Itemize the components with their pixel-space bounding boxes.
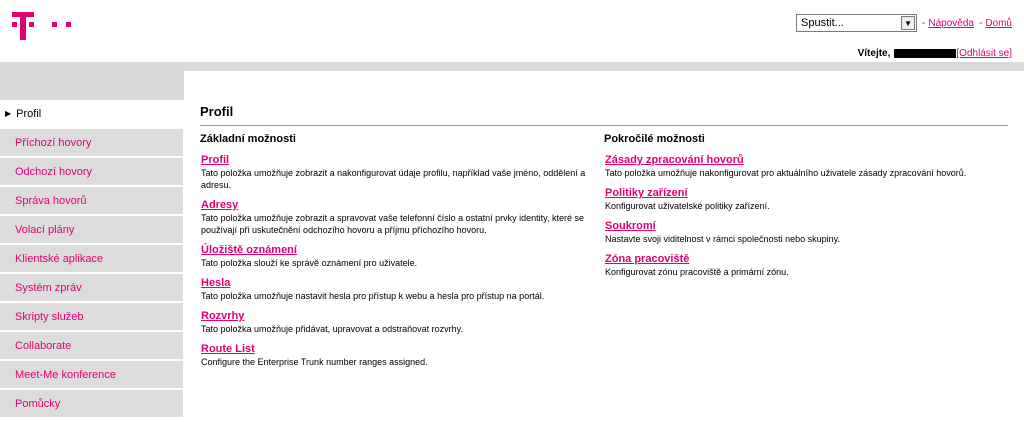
- option-entry: Profil Tato položka umožňuje zobrazit a n…: [201, 153, 604, 191]
- option-link[interactable]: Hesla: [201, 276, 604, 290]
- sidebar-item-label: Klientské aplikace: [15, 252, 104, 265]
- logout-link[interactable]: [Odhlásit se]: [956, 48, 1012, 59]
- top-nav: Spustit... ▼ - Nápověda - Domů: [796, 14, 1012, 32]
- home-link[interactable]: Domů: [985, 18, 1012, 29]
- sidebar-item[interactable]: Systém zpráv: [0, 274, 183, 302]
- welcome-label: Vítejte,: [857, 48, 891, 59]
- option-link[interactable]: Route List: [201, 342, 604, 356]
- option-entry: Rozvrhy Tato položka umožňuje přidávat, u…: [201, 309, 604, 335]
- option-link[interactable]: Soukromí: [605, 219, 1008, 233]
- option-link[interactable]: Profil: [201, 153, 604, 167]
- sidebar-item[interactable]: Odchozí hovory: [0, 158, 183, 186]
- option-description: Configure the Enterprise Trunk number ra…: [201, 357, 428, 367]
- option-description: Nastavte svoji viditelnost v rámci spole…: [605, 234, 840, 244]
- sidebar-item[interactable]: ▶ Profil: [0, 100, 183, 128]
- sidebar-item[interactable]: Klientské aplikace: [0, 245, 183, 273]
- run-select-value: Spustit...: [801, 17, 844, 29]
- option-entry: Soukromí Nastavte svoji viditelnost v rám…: [605, 219, 1008, 245]
- basic-options-heading: Základní možnosti: [200, 133, 296, 145]
- main-content: Profil Základní možnosti Profil Tato polo…: [200, 104, 1008, 375]
- chevron-down-icon[interactable]: ▼: [901, 16, 916, 30]
- sidebar: ▶ Profil Příchozí hovory Odchozí hovory Sprá…: [0, 100, 183, 419]
- option-entry: Hesla Tato položka umožňuje nastavit hesl…: [201, 276, 604, 302]
- option-link[interactable]: Úložiště oznámení: [201, 243, 604, 257]
- option-link[interactable]: Adresy: [201, 198, 604, 212]
- option-description: Konfigurovat zónu pracoviště a primární …: [605, 267, 789, 277]
- option-description: Tato položka slouží ke správě oznámení p…: [201, 258, 418, 268]
- sidebar-item-label: Příchozí hovory: [15, 136, 92, 149]
- option-description: Tato položka umožňuje zobrazit a nakonfi…: [201, 168, 586, 190]
- help-link[interactable]: Nápověda: [928, 18, 974, 29]
- option-entry: Zóna pracoviště Konfigurovat zónu pracovi…: [605, 252, 1008, 278]
- sidebar-item-label: Pomůcky: [15, 397, 61, 410]
- sidebar-item[interactable]: Meet-Me konference: [0, 361, 183, 389]
- sidebar-item[interactable]: Collaborate: [0, 332, 183, 360]
- basic-options-column: Základní možnosti Profil Tato položka umo…: [200, 133, 604, 375]
- sidebar-item-label: Volací plány: [15, 223, 75, 236]
- sidebar-item[interactable]: Příchozí hovory: [0, 129, 183, 157]
- option-entry: Úložiště oznámení Tato položka slouží ke …: [201, 243, 604, 269]
- separator: -: [978, 17, 983, 29]
- advanced-options-heading: Pokročilé možnosti: [604, 133, 705, 145]
- sidebar-item-label: Správa hovorů: [15, 194, 87, 207]
- option-description: Tato položka umožňuje nakonfigurovat pro…: [605, 168, 967, 178]
- option-link[interactable]: Rozvrhy: [201, 309, 604, 323]
- option-entry: Politiky zařízení Konfigurovat uživatelsk…: [605, 186, 1008, 212]
- sidebar-item-label: Profil: [16, 107, 42, 120]
- option-link[interactable]: Zásady zpracování hovorů: [605, 153, 1008, 167]
- sidebar-item[interactable]: Pomůcky: [0, 390, 183, 418]
- option-link[interactable]: Politiky zařízení: [605, 186, 1008, 200]
- telekom-logo: [12, 12, 82, 42]
- caret-right-icon: ▶: [5, 109, 12, 118]
- separator: -: [922, 17, 926, 29]
- page-title: Profil: [200, 104, 1008, 126]
- welcome-area: Vítejte, [Odhlásit se]: [858, 48, 1012, 59]
- option-entry: Route List Configure the Enterprise Trunk…: [201, 342, 604, 368]
- run-select[interactable]: Spustit... ▼: [796, 14, 918, 32]
- option-description: Konfigurovat uživatelské politiky zaříze…: [605, 201, 770, 211]
- advanced-options-column: Pokročilé možnosti Zásady zpracování hov…: [604, 133, 1008, 375]
- redacted-username: [894, 49, 957, 58]
- option-link[interactable]: Zóna pracoviště: [605, 252, 1008, 266]
- sidebar-item[interactable]: Volací plány: [0, 216, 183, 244]
- sidebar-item-label: Meet-Me konference: [15, 368, 116, 381]
- content-tab-area: [184, 71, 1024, 100]
- sidebar-item[interactable]: Skripty služeb: [0, 303, 183, 331]
- sidebar-item-label: Skripty služeb: [15, 310, 84, 323]
- option-description: Tato položka umožňuje nastavit hesla pro…: [201, 291, 545, 301]
- sidebar-item-label: Systém zpráv: [15, 281, 82, 294]
- option-description: Tato položka umožňuje přidávat, upravova…: [201, 324, 463, 334]
- sidebar-item-label: Collaborate: [15, 339, 72, 352]
- sidebar-item[interactable]: Správa hovorů: [0, 187, 183, 215]
- option-entry: Adresy Tato položka umožňuje zobrazit a s…: [201, 198, 604, 236]
- option-description: Tato položka umožňuje zobrazit a spravov…: [201, 213, 585, 235]
- sidebar-item-label: Odchozí hovory: [15, 165, 93, 178]
- option-entry: Zásady zpracování hovorů Tato položka umo…: [605, 153, 1008, 179]
